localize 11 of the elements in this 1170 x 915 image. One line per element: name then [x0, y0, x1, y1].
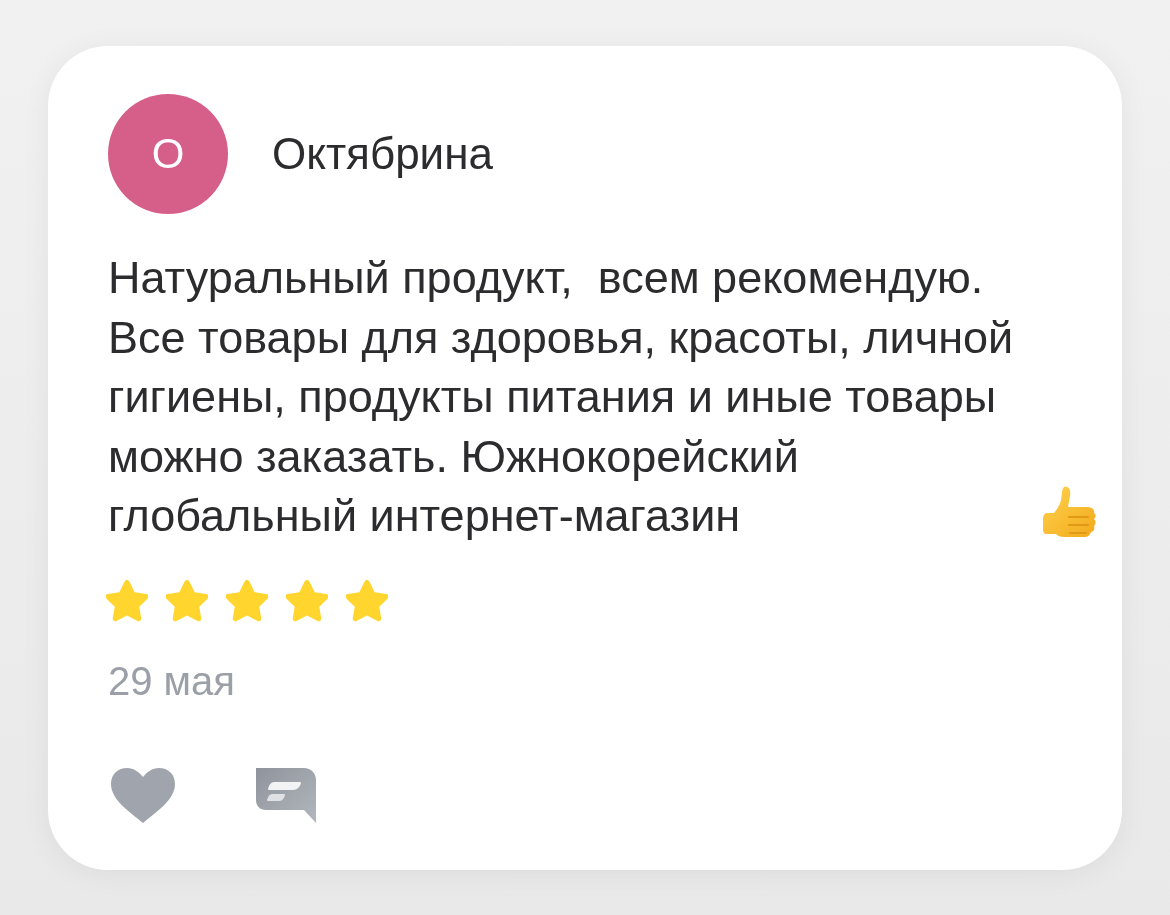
filled-star-icon: [226, 579, 268, 622]
like-heart-icon[interactable]: [108, 765, 178, 824]
filled-star-icon: [286, 579, 328, 622]
filled-star-icon: [346, 579, 388, 622]
filled-star-icon: [166, 579, 208, 622]
author-name: Октябрина: [272, 129, 493, 179]
review-text: Натуральный продукт, всем рекомендую. Все товары для здоровья, красоты, личной гигиены, продукты питания и иные товары можно заказать. Южнокорейский глобальный интернет-магазин: [108, 251, 1015, 543]
avatar: О: [108, 94, 228, 214]
review-date: 29 мая: [108, 658, 236, 704]
comment-icon[interactable]: [254, 765, 318, 824]
filled-star-icon: [106, 579, 148, 622]
